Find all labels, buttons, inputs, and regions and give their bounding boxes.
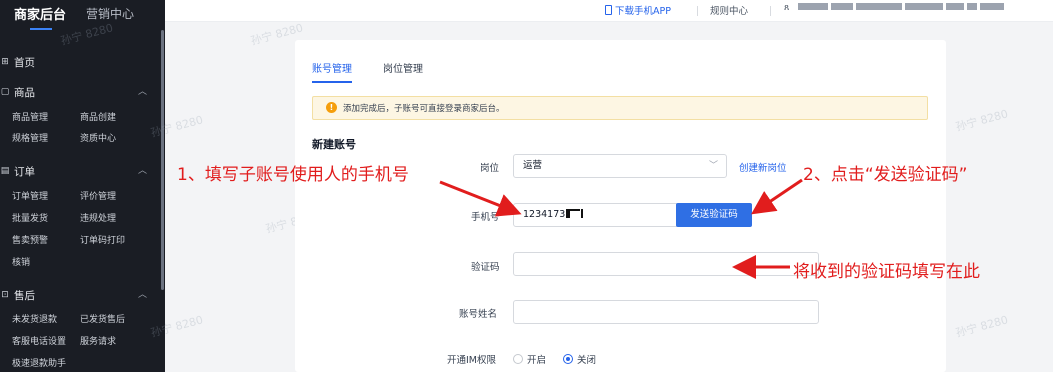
tab-position-management[interactable]: 岗位管理 <box>383 60 423 75</box>
send-code-button[interactable]: 发送验证码 <box>676 203 752 227</box>
watermark: 孙宁 8280 <box>954 107 1010 134</box>
section-title: 新建账号 <box>312 138 356 151</box>
return-icon: ⊡ <box>1 290 9 300</box>
chevron-up-icon: ︿ <box>138 290 148 300</box>
box-icon: ▢ <box>0 87 10 97</box>
sidebar-subitem[interactable]: 订单管理 <box>12 189 48 202</box>
chevron-down-icon: ﹀ <box>708 161 718 171</box>
annotation-step3: 将收到的验证码填写在此 <box>793 262 980 282</box>
tab-account-management[interactable]: 账号管理 <box>312 60 352 75</box>
account-name-label: 账号姓名 <box>459 309 498 320</box>
sidebar-subitem[interactable]: 批量发货 <box>12 211 48 224</box>
sidebar-subitem[interactable]: 极速退款助手 <box>12 356 66 369</box>
phone-icon <box>605 5 612 15</box>
chevron-up-icon: ︿ <box>138 87 148 97</box>
sidebar-subitem[interactable]: 客服电话设置 <box>12 334 66 347</box>
warning-icon: ! <box>326 102 337 113</box>
sidebar-subitem[interactable]: 规格管理 <box>12 131 48 144</box>
tab-merchant-backend[interactable]: 商家后台 <box>14 4 66 23</box>
divider <box>697 6 698 16</box>
sidebar-subitem[interactable]: 商品创建 <box>80 110 116 123</box>
list-icon: ▤ <box>0 166 10 176</box>
sidebar-subitem[interactable]: 售卖预警 <box>12 233 48 246</box>
sidebar-group-goods[interactable]: ▢ 商品 ︿ <box>0 83 147 101</box>
rules-center-link[interactable]: 规则中心 <box>710 3 748 17</box>
phone-input[interactable]: 1234173 <box>513 203 677 227</box>
notice-text: 添加完成后，子账号可直接登录商家后台。 <box>343 104 505 114</box>
annotation-step1: 1、填写子账号使用人的手机号 <box>177 165 409 185</box>
im-permission-radio-group: 开启 关闭 <box>513 352 596 366</box>
watermark: 孙宁 8280 <box>954 313 1010 340</box>
sidebar-group-label: 售后 <box>14 289 35 302</box>
sidebar-subitem[interactable]: 服务请求 <box>80 334 116 347</box>
sidebar-subitem[interactable]: 核销 <box>12 255 30 268</box>
position-label: 岗位 <box>480 163 500 174</box>
account-name-input[interactable] <box>513 300 819 324</box>
tab-marketing-center[interactable]: 营销中心 <box>86 5 134 22</box>
sidebar-subitem[interactable]: 违规处理 <box>80 211 116 224</box>
verification-code-input[interactable] <box>513 252 819 276</box>
annotation-step2: 2、点击“发送验证码” <box>803 165 968 185</box>
radio-checked[interactable] <box>563 354 574 364</box>
create-position-link[interactable]: 创建新岗位 <box>739 160 787 174</box>
brand-active-underline <box>30 28 52 30</box>
sidebar-group-label: 商品 <box>14 86 35 99</box>
sidebar-scrollbar[interactable] <box>161 30 164 290</box>
user-account-redacted[interactable] <box>798 3 1043 13</box>
sidebar: 商家后台 营销中心 ⊞ 首页 ▢ 商品 ︿ 商品管理 商品创建 规格管理 资质中… <box>0 0 165 372</box>
phone-label: 手机号 <box>471 212 500 223</box>
download-app-link[interactable]: 下载手机APP <box>605 3 671 17</box>
im-on-option[interactable]: 开启 <box>513 354 546 366</box>
sidebar-item-home[interactable]: ⊞ 首页 <box>0 53 35 71</box>
user-icon[interactable]: ጸ <box>784 3 789 13</box>
sidebar-item-label: 首页 <box>14 56 35 69</box>
position-value: 运营 <box>523 160 543 171</box>
sidebar-subitem[interactable]: 未发货退款 <box>12 312 57 325</box>
sidebar-group-aftersales[interactable]: ⊡ 售后 ︿ <box>0 286 147 304</box>
divider <box>770 6 771 16</box>
top-bar: 下载手机APP 规则中心 ጸ <box>165 0 1053 22</box>
code-label: 验证码 <box>471 262 500 273</box>
sidebar-subitem[interactable]: 评价管理 <box>80 189 116 202</box>
account-form-card: 账号管理 岗位管理 ! 添加完成后，子账号可直接登录商家后台。 新建账号 岗位 … <box>295 40 946 372</box>
sidebar-subitem[interactable]: 资质中心 <box>80 131 116 144</box>
im-off-option[interactable]: 关闭 <box>563 354 596 366</box>
sidebar-subitem[interactable]: 商品管理 <box>12 110 48 123</box>
notice-banner: ! 添加完成后，子账号可直接登录商家后台。 <box>312 96 928 120</box>
phone-value: 1234173 <box>523 209 566 220</box>
im-permission-label: 开通IM权限 <box>447 355 496 366</box>
sidebar-brand-row: 商家后台 营销中心 <box>0 0 165 34</box>
sidebar-subitem[interactable]: 订单码打印 <box>80 233 125 246</box>
active-tab-underline <box>312 81 352 83</box>
sidebar-subitem[interactable]: 已发货售后 <box>80 312 125 325</box>
grid-icon: ⊞ <box>1 57 9 67</box>
sidebar-group-orders[interactable]: ▤ 订单 ︿ <box>0 162 147 180</box>
sidebar-group-label: 订单 <box>14 165 35 178</box>
position-select[interactable]: 运营 ﹀ <box>513 154 727 178</box>
chevron-up-icon: ︿ <box>138 166 148 176</box>
download-app-label: 下载手机APP <box>615 6 671 17</box>
radio-unchecked[interactable] <box>513 354 523 364</box>
app-root: 商家后台 营销中心 ⊞ 首页 ▢ 商品 ︿ 商品管理 商品创建 规格管理 资质中… <box>0 0 1053 372</box>
